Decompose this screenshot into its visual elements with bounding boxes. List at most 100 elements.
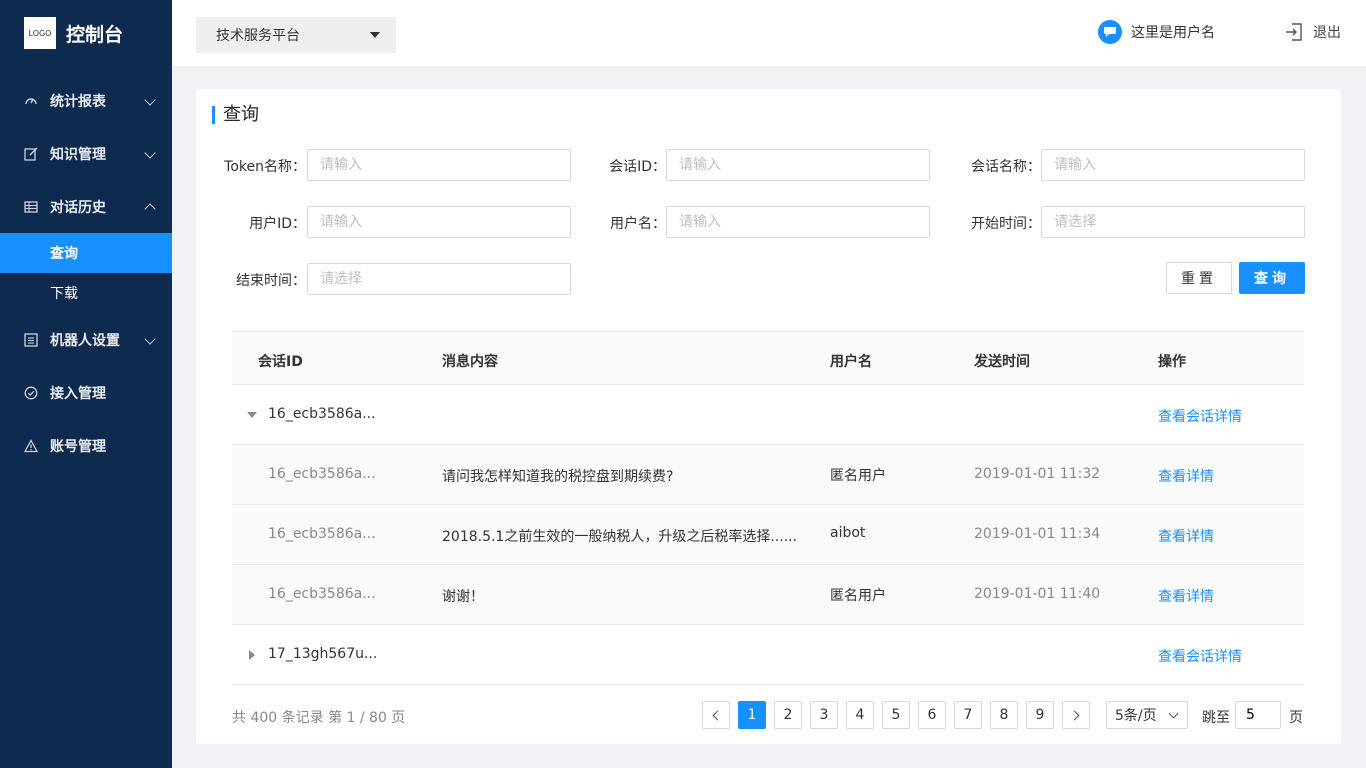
total-records: 共 400 条记录 第 1 / 80 页	[232, 710, 406, 726]
user-cell: 匿名用户	[830, 588, 886, 604]
table-row-group: 16_ecb3586a... 查看会话详情	[232, 385, 1304, 445]
session-id-cell: 16_ecb3586a...	[268, 526, 376, 542]
jump-page-input[interactable]	[1235, 701, 1281, 729]
top-header: 技术服务平台 这里是用户名 退出	[172, 0, 1366, 66]
jump-suffix: 页	[1289, 710, 1303, 726]
start-time-picker[interactable]	[1041, 206, 1305, 238]
username-label: 用户名：	[610, 216, 666, 232]
page-button[interactable]: 9	[1026, 701, 1054, 729]
logo-row: LOGO 控制台	[0, 0, 172, 66]
token-name-label: Token名称：	[224, 159, 306, 175]
session-id-cell: 17_13gh567u...	[268, 646, 378, 662]
logo: LOGO	[24, 17, 56, 49]
user-cell: 匿名用户	[830, 468, 886, 484]
table-icon	[24, 200, 38, 213]
view-detail-link[interactable]: 查看详情	[1158, 586, 1214, 606]
user-id-input[interactable]	[307, 206, 571, 238]
page-button[interactable]: 2	[774, 701, 802, 729]
column-header-action: 操作	[1158, 354, 1186, 370]
sidebar-item-label: 接入管理	[50, 385, 106, 402]
end-time-picker[interactable]	[307, 263, 571, 295]
page-size-value: 5条/页	[1115, 708, 1157, 724]
view-detail-link[interactable]: 查看详情	[1158, 466, 1214, 486]
chevron-down-icon	[144, 93, 156, 106]
page-button[interactable]: 4	[846, 701, 874, 729]
view-detail-link[interactable]: 查看详情	[1158, 526, 1214, 546]
sidebar-item-stats[interactable]: 统计报表	[0, 74, 172, 127]
sidebar-item-history[interactable]: 对话历史	[0, 180, 172, 233]
reset-button[interactable]: 重置	[1166, 262, 1232, 294]
table-row: 16_ecb3586a... 2018.5.1之前生效的一般纳税人，升级之后税率…	[232, 505, 1304, 565]
next-page-button[interactable]	[1062, 701, 1090, 729]
sidebar-item-knowledge[interactable]: 知识管理	[0, 127, 172, 180]
gauge-icon	[25, 97, 37, 104]
query-button[interactable]: 查询	[1239, 262, 1305, 294]
column-header-session-id: 会话ID	[258, 354, 303, 370]
sidebar-item-label: 知识管理	[50, 146, 106, 163]
page-button[interactable]: 6	[918, 701, 946, 729]
chevron-down-icon	[144, 332, 156, 345]
app-title: 控制台	[66, 23, 124, 46]
view-session-detail-link[interactable]: 查看会话详情	[1158, 646, 1242, 666]
chevron-right-icon	[1069, 710, 1080, 720]
message-cell: 谢谢！	[442, 589, 484, 605]
username-input[interactable]	[666, 206, 930, 238]
prev-page-button[interactable]	[702, 701, 730, 729]
page-button[interactable]: 1	[738, 701, 766, 729]
avatar	[1098, 20, 1122, 44]
session-id-input[interactable]	[666, 149, 930, 181]
sidebar-item-access[interactable]: 接入管理	[0, 366, 172, 419]
logout-button[interactable]: 退出	[1284, 22, 1341, 42]
page-size-select[interactable]: 5条/页	[1106, 701, 1188, 729]
platform-select[interactable]: 技术服务平台	[196, 17, 396, 53]
session-id-cell: 16_ecb3586a...	[268, 586, 376, 602]
warning-icon	[24, 438, 38, 452]
table-header: 会话ID 消息内容 用户名 发送时间 操作	[232, 331, 1304, 385]
chevron-up-icon	[144, 202, 156, 215]
session-name-label: 会话名称：	[971, 159, 1041, 175]
page-button[interactable]: 7	[954, 701, 982, 729]
caret-down-icon	[370, 32, 380, 38]
sidebar-item-label: 机器人设置	[50, 332, 120, 349]
pagination: 1 2 3 4 5 6 7 8 9	[702, 701, 1098, 729]
jump-label: 跳至	[1202, 710, 1230, 726]
history-table: 会话ID 消息内容 用户名 发送时间 操作 16_ecb3586a... 查看会…	[232, 331, 1304, 685]
user-menu[interactable]: 这里是用户名	[1098, 20, 1215, 44]
sidebar-subitem-query[interactable]: 查询	[0, 233, 172, 273]
column-header-user: 用户名	[830, 354, 872, 370]
time-cell: 2019-01-01 11:34	[974, 526, 1101, 542]
logout-label: 退出	[1313, 25, 1341, 41]
message-cell: 2018.5.1之前生效的一般纳税人，升级之后税率选择......	[442, 529, 798, 545]
sidebar-item-robot-settings[interactable]: 机器人设置	[0, 313, 172, 366]
sidebar-item-label: 对话历史	[50, 199, 106, 216]
check-circle-icon	[24, 386, 38, 399]
chat-bubble-icon	[1104, 27, 1116, 37]
table-row: 16_ecb3586a... 谢谢！ 匿名用户 2019-01-01 11:40…	[232, 565, 1304, 625]
logout-icon	[1286, 23, 1302, 41]
session-id-cell: 16_ecb3586a...	[268, 406, 376, 422]
session-name-input[interactable]	[1041, 149, 1305, 181]
sidebar-item-label: 账号管理	[50, 438, 106, 455]
panel-title: 查询	[212, 106, 259, 124]
expand-caret-icon[interactable]	[249, 650, 255, 660]
sidebar-item-account[interactable]: 账号管理	[0, 419, 172, 472]
page-button[interactable]: 5	[882, 701, 910, 729]
column-header-time: 发送时间	[974, 354, 1030, 370]
time-cell: 2019-01-01 11:32	[974, 466, 1101, 482]
username: 这里是用户名	[1131, 25, 1215, 41]
page-button[interactable]: 3	[810, 701, 838, 729]
chevron-down-icon	[1168, 708, 1179, 719]
chevron-left-icon	[712, 710, 723, 720]
table-row: 16_ecb3586a... 请问我怎样知道我的税控盘到期续费? 匿名用户 20…	[232, 445, 1304, 505]
page-button[interactable]: 8	[990, 701, 1018, 729]
chevron-down-icon	[144, 146, 156, 159]
column-header-message: 消息内容	[442, 354, 498, 370]
view-session-detail-link[interactable]: 查看会话详情	[1158, 406, 1242, 426]
sidebar-item-label: 统计报表	[50, 93, 106, 110]
sidebar-nav: 统计报表 知识管理 对话历史 查询 下载 机器人设置 接入管理 账号管理	[0, 74, 172, 472]
token-name-input[interactable]	[307, 149, 571, 181]
session-id-cell: 16_ecb3586a...	[268, 466, 376, 482]
collapse-caret-icon[interactable]	[247, 412, 257, 418]
sidebar-subitem-download[interactable]: 下载	[0, 273, 172, 313]
query-panel: 查询 Token名称： 会话ID： 会话名称： 用户ID： 用户名： 开始时间：…	[196, 89, 1341, 744]
